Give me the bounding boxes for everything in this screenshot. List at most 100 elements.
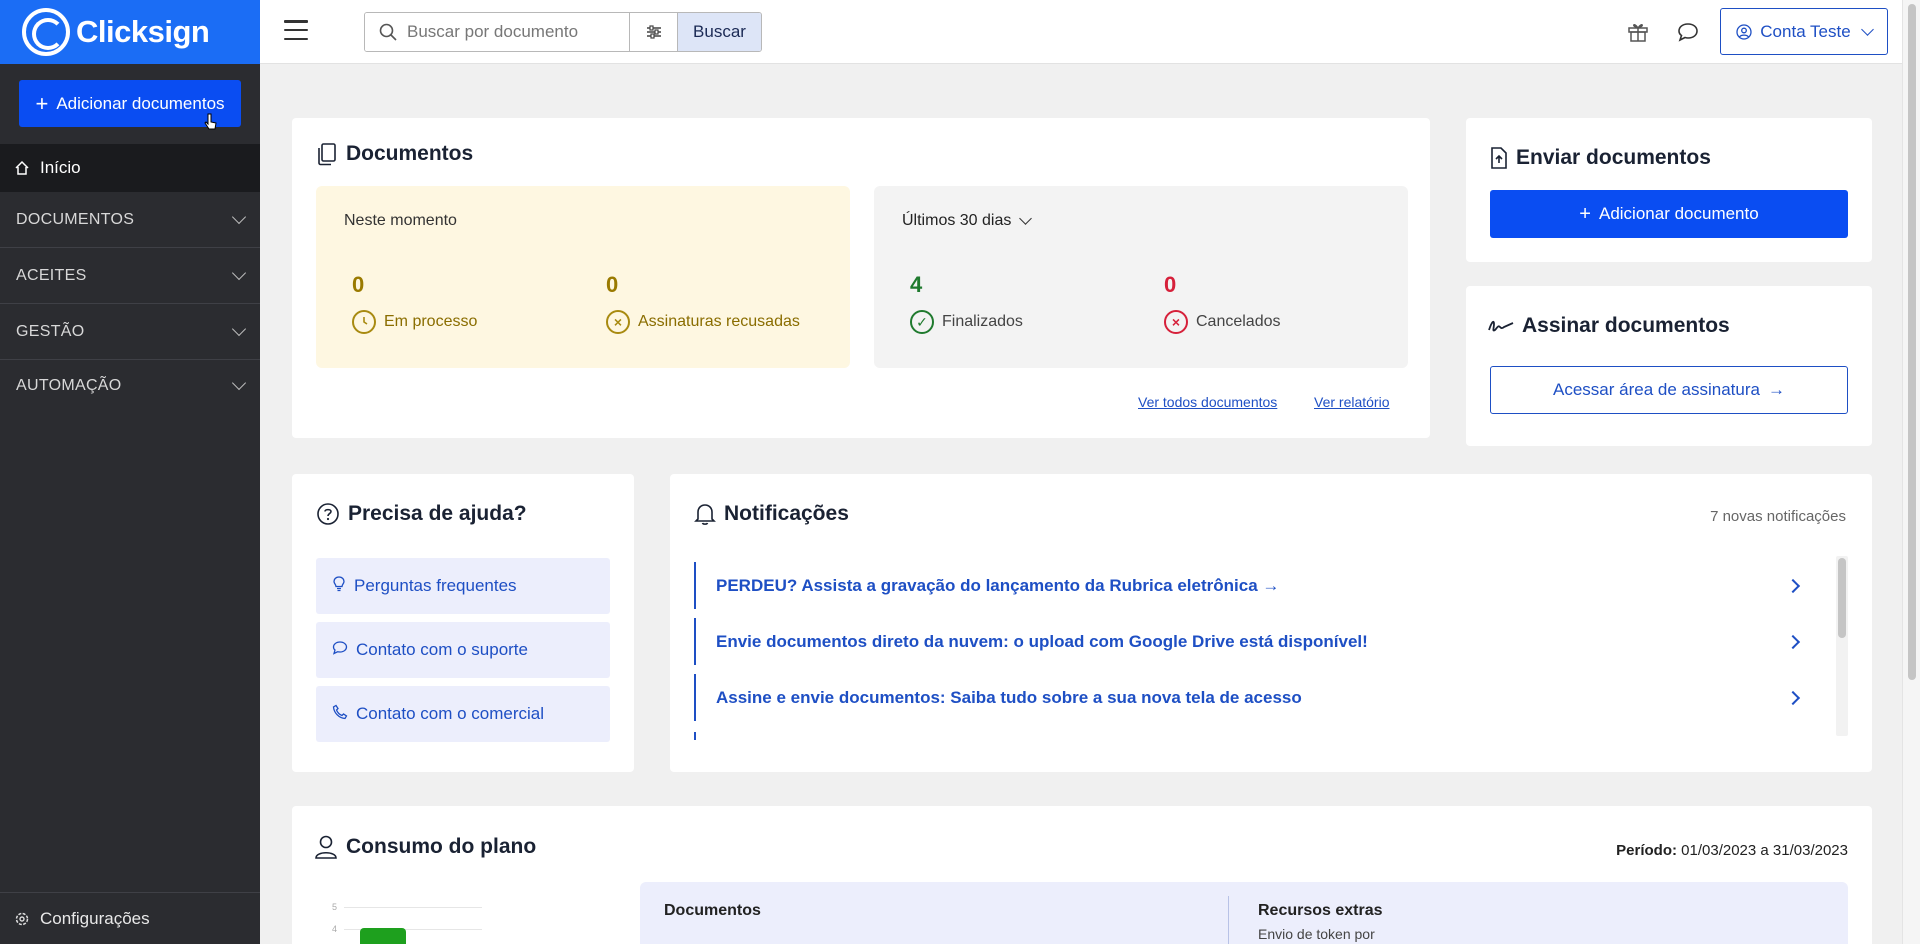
refused-count[interactable]: 0 (606, 272, 618, 298)
plus-icon: + (35, 90, 49, 116)
check-circle-icon: ✓ (910, 310, 934, 334)
sidebar-section-automacao[interactable]: AUTOMAÇÃO (0, 358, 260, 414)
now-label: Neste momento (344, 212, 457, 229)
clock-icon (352, 310, 376, 334)
documents-card: Documentos Neste momento 0 Em processo 0… (292, 118, 1430, 438)
view-report-link[interactable]: Ver relatório (1314, 394, 1389, 410)
chart-bar (360, 928, 406, 944)
cancelled-label: Cancelados (1196, 313, 1281, 330)
chevron-down-icon (231, 321, 247, 336)
sign-documents-card: Assinar documentos Acessar área de assin… (1466, 286, 1872, 446)
sidebar-section-gestao[interactable]: GESTÃO (0, 304, 260, 360)
page-scrollbar[interactable] (1902, 0, 1920, 944)
x-circle-icon: × (606, 310, 630, 334)
notifications-count: 7 novas notificações (1710, 508, 1846, 525)
plan-period-value: 01/03/2023 a 31/03/2023 (1681, 842, 1848, 859)
sidebar-section-documentos[interactable]: DOCUMENTOS (0, 192, 260, 248)
signature-icon (1488, 320, 1514, 332)
notification-item[interactable]: Envie documentos direto da nuvem: o uplo… (694, 618, 1814, 665)
notification-text: Assine e envie documentos: Saiba tudo so… (716, 687, 1302, 707)
filter-button[interactable] (629, 13, 677, 51)
search-button[interactable]: Buscar (677, 13, 761, 51)
add-document-button[interactable]: + Adicionar documento (1490, 190, 1848, 238)
chevron-right-icon (1785, 634, 1801, 649)
plan-period-label: Período: (1616, 842, 1677, 859)
search-field[interactable] (365, 13, 629, 51)
finished-count[interactable]: 4 (910, 272, 922, 298)
top-bar: Buscar Conta Teste (260, 0, 1902, 64)
current-status-box: Neste momento 0 Em processo 0 × Assinatu… (316, 186, 850, 368)
gear-icon (15, 912, 29, 925)
document-upload-icon (1491, 147, 1507, 169)
chevron-down-icon (1860, 22, 1874, 36)
mouse-pointer-icon (204, 113, 217, 130)
refused-link[interactable]: × Assinaturas recusadas (606, 310, 800, 334)
access-signature-label: Acessar área de assinatura (1553, 380, 1760, 399)
sales-contact-link[interactable]: Contato com o comercial (316, 686, 610, 742)
send-documents-card: Enviar documentos + Adicionar documento (1466, 118, 1872, 262)
documents-title: Documentos (346, 142, 474, 165)
help-item-label: Contato com o suporte (356, 640, 528, 659)
sidebar-item-settings[interactable]: Configurações (0, 892, 260, 944)
search-icon (379, 23, 397, 41)
support-contact-link[interactable]: Contato com o suporte (316, 622, 610, 678)
sidebar-item-label: Início (40, 158, 81, 177)
faq-link[interactable]: Perguntas frequentes (316, 558, 610, 614)
chevron-right-icon (1785, 690, 1801, 705)
sidebar-item-home[interactable]: Início (0, 144, 260, 192)
period-select[interactable]: Últimos 30 dias (902, 212, 1033, 230)
sidebar-section-label: AUTOMAÇÃO (16, 377, 122, 394)
chevron-right-icon (1785, 578, 1801, 593)
scrollbar-thumb[interactable] (1908, 4, 1916, 680)
notification-item[interactable]: Assine e envie documentos: Saiba tudo so… (694, 674, 1814, 721)
in-process-link[interactable]: Em processo (352, 310, 477, 334)
help-title-text: Precisa de ajuda? (348, 502, 527, 525)
plus-icon: + (1579, 202, 1591, 225)
notification-item[interactable]: PERDEU? Assista a gravação do lançamento… (694, 562, 1814, 609)
search-input[interactable] (407, 22, 607, 42)
send-documents-title: Enviar documentos (1490, 146, 1711, 170)
in-process-count[interactable]: 0 (352, 272, 364, 298)
sidebar: Clicksign + Adicionar documentos Início … (0, 0, 260, 944)
notifications-title-text: Notificações (724, 502, 849, 525)
phone-icon (332, 704, 348, 725)
question-circle-icon (317, 503, 339, 525)
help-title: Precisa de ajuda? (316, 502, 527, 526)
finished-link[interactable]: ✓ Finalizados (910, 310, 1023, 334)
scrollbar-thumb[interactable] (1838, 558, 1846, 638)
period-select-value: Últimos 30 dias (902, 212, 1012, 229)
account-menu-button[interactable]: Conta Teste (1720, 8, 1888, 55)
plan-extras-label: Recursos extras (1258, 902, 1383, 919)
user-circle-icon (1736, 23, 1752, 40)
chevron-down-icon (231, 209, 247, 224)
access-signature-area-button[interactable]: Acessar área de assinatura → (1490, 366, 1848, 414)
cancelled-link[interactable]: × Cancelados (1164, 310, 1281, 334)
plan-usage-title: Consumo do plano (314, 834, 536, 860)
sliders-icon (646, 25, 661, 39)
plan-divider (1228, 896, 1229, 944)
home-icon (15, 160, 29, 175)
chat-icon[interactable] (1674, 18, 1702, 46)
view-all-documents-link[interactable]: Ver todos documentos (1138, 394, 1277, 410)
cancelled-count[interactable]: 0 (1164, 272, 1176, 298)
sidebar-section-aceites[interactable]: ACEITES (0, 248, 260, 304)
clicksign-logo-icon (22, 8, 70, 56)
send-documents-title-text: Enviar documentos (1516, 146, 1711, 169)
notification-item-partial (694, 732, 696, 740)
arrow-right-icon: → (1767, 380, 1785, 399)
plan-title-text: Consumo do plano (346, 835, 537, 858)
help-item-label: Perguntas frequentes (354, 576, 517, 595)
notifications-card: Notificações 7 novas notificações PERDEU… (670, 474, 1872, 772)
documents-card-title: Documentos (316, 142, 473, 166)
notifications-scrollbar[interactable] (1836, 556, 1848, 736)
add-document-label: Adicionar documento (1598, 204, 1759, 223)
plan-usage-chart: 5 4 (332, 902, 492, 944)
brand-name: Clicksign (76, 14, 210, 49)
hamburger-menu-icon[interactable] (284, 20, 308, 40)
notification-text: Envie documentos direto da nuvem: o uplo… (716, 631, 1368, 651)
sidebar-section-label: GESTÃO (16, 322, 85, 340)
gift-icon[interactable] (1624, 18, 1652, 46)
chat-bubble-icon (332, 640, 348, 661)
bell-icon (694, 504, 716, 525)
brand-logo[interactable]: Clicksign (0, 0, 260, 64)
